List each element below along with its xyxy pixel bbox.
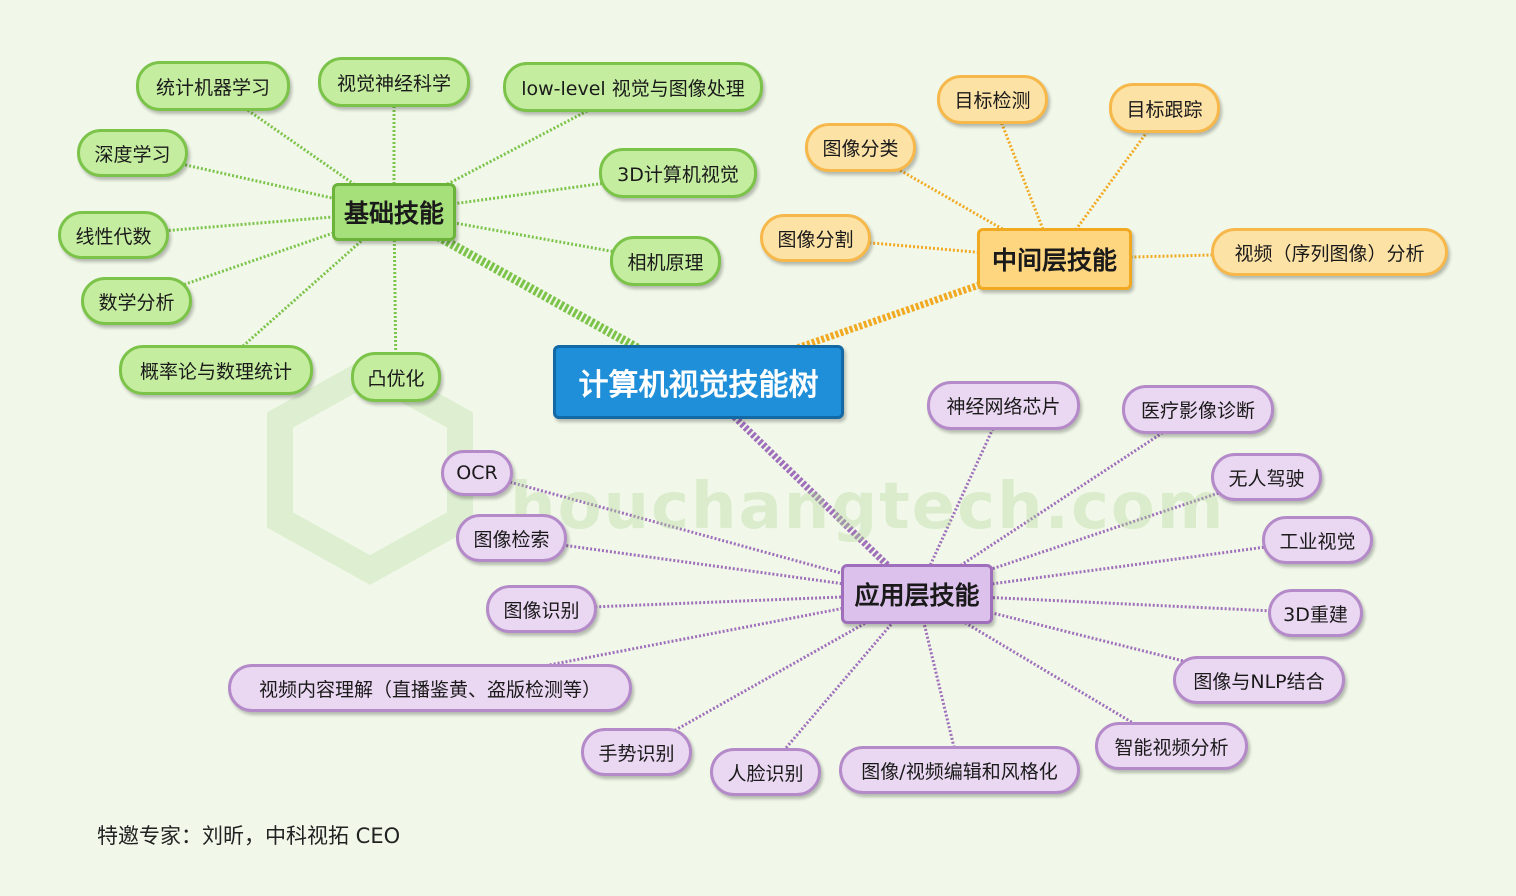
node-image-nlp: 图像与NLP结合 xyxy=(1173,656,1345,704)
node-gesture-recognition: 手势识别 xyxy=(581,728,692,776)
credit-line: 特邀专家：刘昕，中科视拓 CEO xyxy=(97,824,401,848)
node-video-analysis: 视频（序列图像）分析 xyxy=(1211,228,1448,276)
node-camera-principles: 相机原理 xyxy=(610,236,721,286)
watermark-text: houchangtech.com xyxy=(510,470,1226,544)
node-ocr: OCR xyxy=(441,450,513,496)
node-image-classification: 图像分类 xyxy=(805,123,916,172)
node-image-video-editing: 图像/视频编辑和风格化 xyxy=(839,746,1080,794)
node-low-level-vision: low-level 视觉与图像处理 xyxy=(503,62,763,112)
node-autonomous-driving: 无人驾驶 xyxy=(1211,453,1322,501)
node-neural-network-chip: 神经网络芯片 xyxy=(927,381,1080,430)
hub-basic-skills: 基础技能 xyxy=(332,183,456,241)
node-deep-learning: 深度学习 xyxy=(77,129,188,177)
node-medical-imaging: 医疗影像诊断 xyxy=(1122,385,1274,434)
node-intelligent-video-analysis: 智能视频分析 xyxy=(1095,722,1248,770)
node-probability-statistics: 概率论与数理统计 xyxy=(119,345,313,395)
node-object-detection: 目标检测 xyxy=(937,75,1048,124)
node-industrial-vision: 工业视觉 xyxy=(1262,516,1373,564)
node-linear-algebra: 线性代数 xyxy=(58,211,169,259)
node-statistical-ml: 统计机器学习 xyxy=(136,61,290,111)
node-convex-optimization: 凸优化 xyxy=(351,352,441,402)
hub-middle-skills: 中间层技能 xyxy=(977,228,1132,290)
node-video-content-understanding: 视频内容理解（直播鉴黄、盗版检测等） xyxy=(228,664,632,712)
root-node: 计算机视觉技能树 xyxy=(553,345,844,419)
node-3d-reconstruction: 3D重建 xyxy=(1268,589,1363,637)
node-mathematical-analysis: 数学分析 xyxy=(81,277,192,325)
node-image-recognition: 图像识别 xyxy=(486,585,597,633)
node-object-tracking: 目标跟踪 xyxy=(1109,83,1220,133)
node-visual-neuroscience: 视觉神经科学 xyxy=(318,57,470,107)
node-image-segmentation: 图像分割 xyxy=(760,214,871,262)
hub-application-skills: 应用层技能 xyxy=(841,564,993,624)
node-3d-vision: 3D计算机视觉 xyxy=(599,148,757,198)
node-image-retrieval: 图像检索 xyxy=(456,514,567,562)
node-face-recognition: 人脸识别 xyxy=(710,748,821,796)
